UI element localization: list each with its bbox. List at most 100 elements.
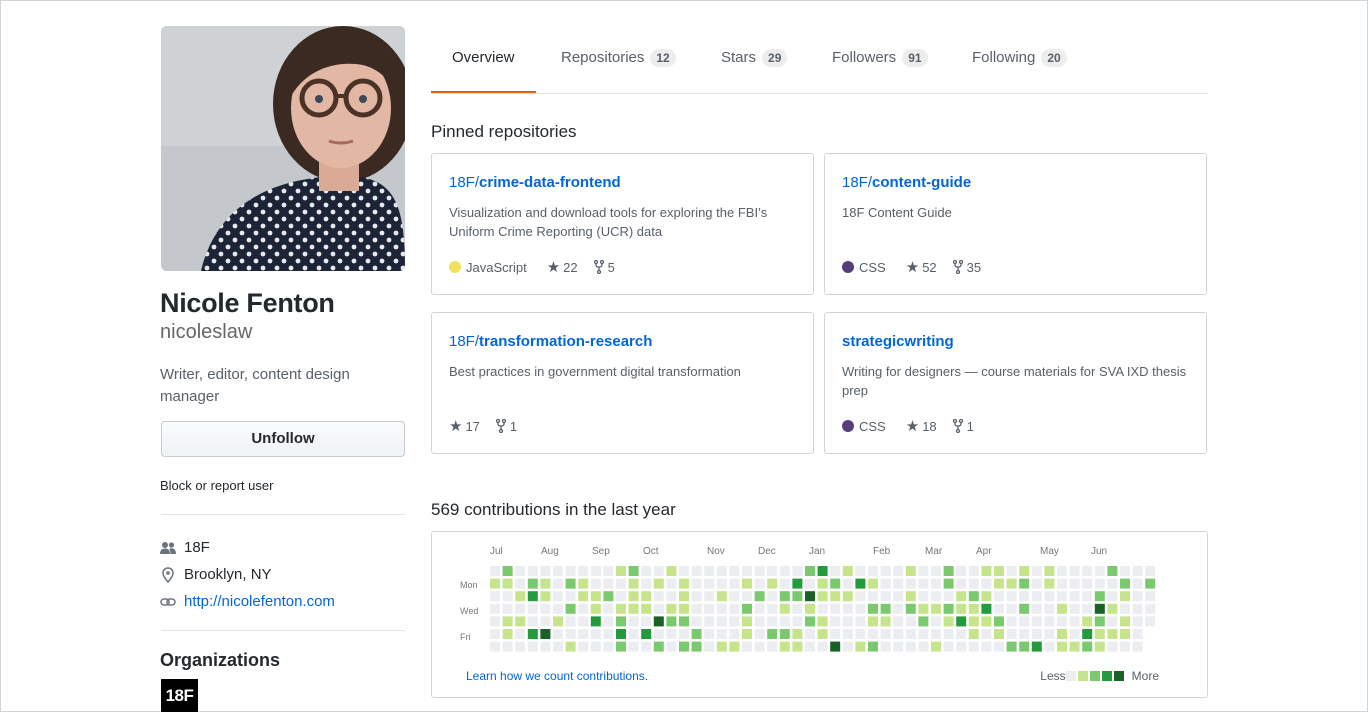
contribution-day-cell[interactable] <box>1031 578 1042 589</box>
contribution-day-cell[interactable] <box>767 629 778 639</box>
contribution-day-cell[interactable] <box>842 578 853 589</box>
contribution-day-cell[interactable] <box>704 629 715 639</box>
contribution-day-cell[interactable] <box>1107 578 1118 589</box>
contribution-day-cell[interactable] <box>817 629 828 639</box>
contribution-day-cell[interactable] <box>1132 603 1143 614</box>
contribution-day-cell[interactable] <box>553 641 563 652</box>
contribution-day-cell[interactable] <box>1044 578 1055 589</box>
contribution-day-cell[interactable] <box>1120 603 1130 614</box>
contribution-day-cell[interactable] <box>968 566 979 576</box>
contribution-day-cell[interactable] <box>1107 591 1118 602</box>
contribution-day-cell[interactable] <box>1057 629 1067 639</box>
contribution-day-cell[interactable] <box>956 629 967 639</box>
contribution-day-cell[interactable] <box>805 566 815 576</box>
tab-followers[interactable]: Followers 91 <box>832 36 928 92</box>
contribution-day-cell[interactable] <box>754 566 765 576</box>
contribution-day-cell[interactable] <box>502 566 513 576</box>
contribution-day-cell[interactable] <box>943 578 954 589</box>
contribution-day-cell[interactable] <box>666 641 677 652</box>
contribution-day-cell[interactable] <box>641 578 652 589</box>
contribution-day-cell[interactable] <box>754 629 765 639</box>
contribution-day-cell[interactable] <box>994 629 1004 639</box>
contribution-day-cell[interactable] <box>1132 629 1143 639</box>
contribution-day-cell[interactable] <box>792 591 803 602</box>
contribution-day-cell[interactable] <box>767 603 778 614</box>
contribution-day-cell[interactable] <box>1031 591 1042 602</box>
contribution-day-cell[interactable] <box>553 578 563 589</box>
contribution-day-cell[interactable] <box>868 591 878 602</box>
contribution-day-cell[interactable] <box>1120 591 1130 602</box>
contribution-day-cell[interactable] <box>716 578 727 589</box>
contribution-day-cell[interactable] <box>729 629 740 639</box>
contribution-day-cell[interactable] <box>1006 603 1017 614</box>
contribution-day-cell[interactable] <box>704 578 715 589</box>
contribution-day-cell[interactable] <box>817 591 828 602</box>
contribution-day-cell[interactable] <box>981 603 992 614</box>
contribution-day-cell[interactable] <box>1006 578 1017 589</box>
contribution-day-cell[interactable] <box>515 641 526 652</box>
contribution-day-cell[interactable] <box>931 591 941 602</box>
contribution-day-cell[interactable] <box>1019 641 1030 652</box>
contribution-day-cell[interactable] <box>716 629 727 639</box>
avatar[interactable] <box>161 26 405 271</box>
contribution-day-cell[interactable] <box>805 578 815 589</box>
contribution-day-cell[interactable] <box>880 566 891 576</box>
contribution-day-cell[interactable] <box>968 629 979 639</box>
contribution-day-cell[interactable] <box>943 591 954 602</box>
block-report-link[interactable]: Block or report user <box>160 478 273 493</box>
contribution-day-cell[interactable] <box>540 641 551 652</box>
contribution-day-cell[interactable] <box>641 603 652 614</box>
repo-forks[interactable]: 1 <box>495 419 517 434</box>
contribution-day-cell[interactable] <box>868 641 878 652</box>
contribution-day-cell[interactable] <box>918 566 929 576</box>
contribution-day-cell[interactable] <box>880 629 891 639</box>
contribution-day-cell[interactable] <box>779 603 790 614</box>
contribution-day-cell[interactable] <box>578 616 589 627</box>
contribution-day-cell[interactable] <box>1132 641 1143 652</box>
contribution-day-cell[interactable] <box>943 641 954 652</box>
contribution-day-cell[interactable] <box>1019 629 1030 639</box>
contribution-day-cell[interactable] <box>704 566 715 576</box>
contribution-day-cell[interactable] <box>502 591 513 602</box>
contribution-day-cell[interactable] <box>779 591 790 602</box>
contribution-day-cell[interactable] <box>868 629 878 639</box>
contribution-day-cell[interactable] <box>553 591 563 602</box>
contribution-day-cell[interactable] <box>893 629 904 639</box>
contribution-day-cell[interactable] <box>515 616 526 627</box>
contribution-day-cell[interactable] <box>931 616 941 627</box>
contribution-day-cell[interactable] <box>981 641 992 652</box>
contribution-day-cell[interactable] <box>679 578 689 589</box>
contribution-day-cell[interactable] <box>742 616 752 627</box>
contribution-day-cell[interactable] <box>855 566 866 576</box>
contribution-day-cell[interactable] <box>679 641 689 652</box>
contribution-day-cell[interactable] <box>880 578 891 589</box>
contribution-day-cell[interactable] <box>540 629 551 639</box>
contribution-day-cell[interactable] <box>666 603 677 614</box>
contribution-day-cell[interactable] <box>968 578 979 589</box>
contribution-day-cell[interactable] <box>1057 578 1067 589</box>
contribution-day-cell[interactable] <box>1044 591 1055 602</box>
contribution-day-cell[interactable] <box>565 578 576 589</box>
contribution-day-cell[interactable] <box>653 591 664 602</box>
contribution-day-cell[interactable] <box>490 566 500 576</box>
contribution-day-cell[interactable] <box>956 641 967 652</box>
contribution-day-cell[interactable] <box>1132 591 1143 602</box>
contribution-day-cell[interactable] <box>527 591 538 602</box>
contribution-day-cell[interactable] <box>1094 591 1105 602</box>
contribution-day-cell[interactable] <box>729 566 740 576</box>
contribution-day-cell[interactable] <box>742 591 752 602</box>
contribution-day-cell[interactable] <box>981 616 992 627</box>
repo-forks[interactable]: 35 <box>952 260 981 275</box>
contribution-day-cell[interactable] <box>1006 566 1017 576</box>
contribution-day-cell[interactable] <box>691 603 702 614</box>
contribution-day-cell[interactable] <box>729 578 740 589</box>
contribution-day-cell[interactable] <box>653 603 664 614</box>
contribution-day-cell[interactable] <box>578 641 589 652</box>
contribution-day-cell[interactable] <box>742 578 752 589</box>
contribution-day-cell[interactable] <box>1094 616 1105 627</box>
repo-forks[interactable]: 5 <box>593 260 615 275</box>
contribution-day-cell[interactable] <box>540 616 551 627</box>
contribution-day-cell[interactable] <box>1006 641 1017 652</box>
contribution-day-cell[interactable] <box>842 566 853 576</box>
contribution-day-cell[interactable] <box>628 616 639 627</box>
